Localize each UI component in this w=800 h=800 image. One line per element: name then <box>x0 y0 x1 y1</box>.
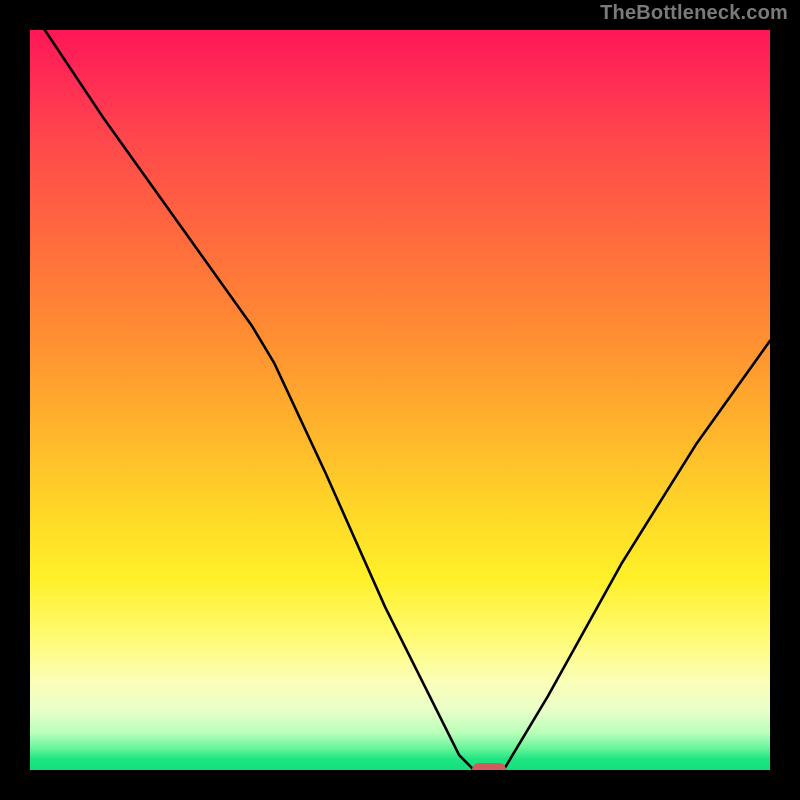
bottleneck-curve <box>30 30 770 770</box>
optimal-point-marker <box>472 763 506 770</box>
chart-frame: TheBottleneck.com <box>0 0 800 800</box>
plot-area <box>30 30 770 770</box>
watermark-text: TheBottleneck.com <box>600 2 788 25</box>
